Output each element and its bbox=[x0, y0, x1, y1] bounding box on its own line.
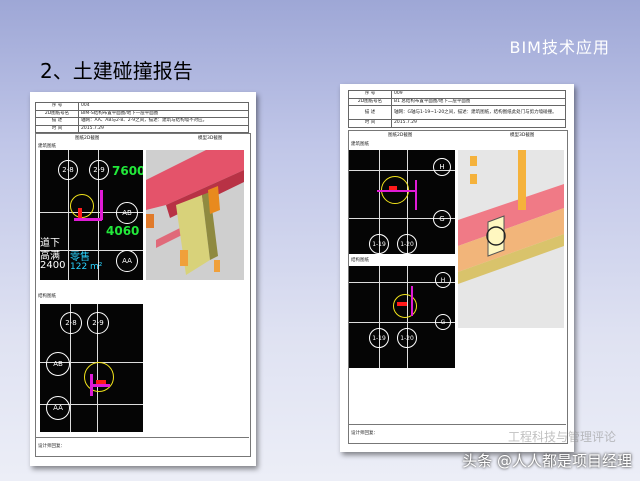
cad-dimension: 4060 bbox=[106, 224, 140, 238]
row-value: 轴网：G轴与1-19~1-20之间，描述：建筑图纸，结构图纸此处门与剪力墙碰撞。 bbox=[391, 105, 566, 120]
row-label: 描 述 bbox=[35, 117, 79, 126]
grid-bubble: 2-9 bbox=[87, 312, 109, 334]
brand-label: BIM技术应用 bbox=[509, 38, 610, 57]
grid-bubble: AB bbox=[46, 352, 70, 376]
row-value: 2015.7.29 bbox=[78, 124, 249, 133]
row-value: 004 bbox=[78, 102, 249, 111]
grid-bubble: 1-20 bbox=[397, 328, 417, 348]
report-header-table: 序 号 004 2D图纸号名 BIM-S结构布置平面图/地下一层平面图 描 述轴网：… bbox=[35, 102, 249, 133]
grid-bubble: AB bbox=[116, 202, 138, 224]
cad-dimension: 7600 bbox=[112, 164, 143, 178]
cad-text: 2400 bbox=[40, 260, 66, 271]
struct-subcaption: 结构图纸 bbox=[351, 258, 369, 263]
cad-text: 零售 bbox=[70, 252, 90, 263]
model-3d-render bbox=[146, 150, 244, 280]
cad-structure-drawing: H G 1-19 1-20 bbox=[349, 266, 455, 368]
col-3d-caption: 模型3D截图 bbox=[510, 133, 535, 138]
grid-bubble: G bbox=[433, 210, 451, 228]
row-value: 2015.7.29 bbox=[391, 119, 566, 128]
cad-architecture-drawing: H G 1-19 1-20 bbox=[349, 150, 455, 254]
row-label: 序 号 bbox=[35, 102, 79, 111]
grid-bubble: 1-19 bbox=[369, 328, 389, 348]
watermark-faint: 工程科技与管理评论 bbox=[507, 430, 616, 444]
cad-architecture-drawing: 2-8 2-9 AB AA 7600 4060 道下 高满 2400 零售 12… bbox=[40, 150, 143, 280]
grid-bubble: 1-20 bbox=[397, 234, 417, 254]
cad-structure-drawing: 2-8 2-9 AB AA bbox=[40, 304, 143, 432]
row-label: 2D图纸号名 bbox=[348, 97, 392, 106]
col-2d-caption: 图纸2D截图 bbox=[388, 133, 413, 138]
designer-reply-label: 设计师回复： bbox=[38, 444, 65, 449]
model-3d-render bbox=[458, 150, 564, 328]
struct-subcaption: 结构图纸 bbox=[38, 294, 56, 299]
row-label: 序 号 bbox=[348, 90, 392, 99]
grid-bubble: AA bbox=[116, 250, 138, 272]
grid-bubble: 2-9 bbox=[89, 160, 109, 180]
row-value: BIM-S结构布置平面图/地下一层平面图 bbox=[78, 109, 249, 118]
row-value: 轴网：AA、AB与2-8、2-9之间，描述：建筑与结构墙不对应。 bbox=[78, 117, 249, 126]
col-3d-caption: 模型3D截图 bbox=[198, 136, 223, 141]
report-header-table: 序 号 009 2D图纸号名 B1 总结构布置平面图/地下二层平面图 描 述轴网：G… bbox=[348, 90, 566, 128]
slide-title: 2、土建碰撞报告 bbox=[40, 59, 193, 83]
row-label: 描 述 bbox=[348, 105, 392, 120]
collision-report-004: 序 号 004 2D图纸号名 BIM-S结构布置平面图/地下一层平面图 描 述轴网：… bbox=[30, 92, 256, 466]
row-label: 2D图纸号名 bbox=[35, 109, 79, 118]
row-value: 009 bbox=[391, 90, 566, 99]
arch-subcaption: 建筑图纸 bbox=[38, 144, 56, 149]
row-label: 时 间 bbox=[348, 119, 392, 128]
grid-bubble: 1-19 bbox=[369, 234, 389, 254]
row-label: 时 间 bbox=[35, 124, 79, 133]
collision-report-009: 序 号 009 2D图纸号名 B1 总结构布置平面图/地下二层平面图 描 述轴网：G… bbox=[340, 84, 574, 452]
row-value: B1 总结构布置平面图/地下二层平面图 bbox=[391, 97, 566, 106]
grid-bubble: AA bbox=[46, 396, 70, 420]
grid-bubble: H bbox=[435, 272, 451, 288]
col-2d-caption: 图纸2D截图 bbox=[75, 136, 100, 141]
grid-bubble: H bbox=[433, 158, 451, 176]
grid-bubble: 2-8 bbox=[58, 160, 78, 180]
designer-reply-label: 设计师回复： bbox=[351, 431, 378, 436]
grid-bubble: G bbox=[435, 314, 451, 330]
cad-text: 122 m² bbox=[70, 262, 103, 272]
grid-bubble: 2-8 bbox=[60, 312, 82, 334]
arch-subcaption: 建筑图纸 bbox=[351, 142, 369, 147]
watermark: 头条 @人人都是项目经理 bbox=[462, 452, 632, 470]
